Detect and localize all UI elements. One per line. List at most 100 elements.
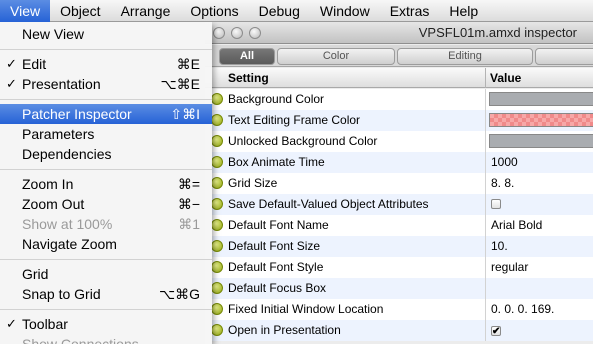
color-swatch-field[interactable] — [485, 110, 593, 131]
value-field[interactable]: 10. — [485, 236, 593, 257]
table-row[interactable]: Grid Size 8. 8. — [205, 173, 593, 194]
menu-bar: View Object Arrange Options Debug Window… — [0, 0, 593, 22]
menu-item-presentation[interactable]: ✓ Presentation ⌥⌘E — [0, 74, 212, 94]
menu-help[interactable]: Help — [439, 0, 488, 22]
attribute-status-icon[interactable] — [211, 93, 223, 105]
attribute-status-icon[interactable] — [211, 303, 223, 315]
value-field[interactable]: 1000 — [485, 152, 593, 173]
keyboard-shortcut: ⌘= — [177, 176, 200, 192]
menu-debug[interactable]: Debug — [249, 0, 310, 22]
table-row[interactable]: Box Animate Time 1000 — [205, 152, 593, 173]
setting-label: Default Font Name — [228, 218, 329, 232]
menu-extras[interactable]: Extras — [380, 0, 440, 22]
value-field[interactable]: regular — [485, 257, 593, 278]
table-row[interactable]: Default Focus Box — [205, 278, 593, 299]
table-row[interactable]: Save Default-Valued Object Attributes — [205, 194, 593, 215]
color-swatch-field[interactable] — [485, 89, 593, 110]
attribute-status-icon[interactable] — [211, 282, 223, 294]
tab-editing[interactable]: Editing — [397, 48, 533, 65]
menu-item-new-view[interactable]: New View — [0, 24, 212, 44]
menu-item-label: Toolbar — [22, 316, 68, 332]
menu-item-label: Snap to Grid — [22, 286, 101, 302]
keyboard-shortcut: ⌥⌘E — [160, 76, 200, 92]
tab-more[interactable] — [535, 48, 593, 65]
window-titlebar[interactable]: VPSFL01m.amxd inspector — [205, 22, 593, 44]
menu-item-label: Edit — [22, 56, 47, 72]
menu-item-navigate-zoom[interactable]: Navigate Zoom — [0, 234, 212, 254]
menu-item-label: Patcher Inspector — [22, 106, 132, 122]
menu-separator — [0, 254, 212, 264]
menu-item-label: Dependencies — [22, 146, 112, 162]
value-checkbox-cell[interactable]: ✔ — [485, 320, 593, 341]
menu-view[interactable]: View — [0, 0, 51, 22]
value-field[interactable]: 8. 8. — [485, 173, 593, 194]
menu-options[interactable]: Options — [180, 0, 248, 22]
setting-label: Default Focus Box — [228, 281, 327, 295]
checkmark-icon: ✓ — [6, 316, 17, 331]
attribute-status-icon[interactable] — [211, 324, 223, 336]
menu-item-edit[interactable]: ✓ Edit ⌘E — [0, 54, 212, 74]
value-field[interactable]: Arial Bold — [485, 215, 593, 236]
setting-label: Fixed Initial Window Location — [228, 302, 384, 316]
setting-label: Default Font Style — [228, 260, 324, 274]
setting-label: Box Animate Time — [228, 155, 325, 169]
table-row[interactable]: Default Font Style regular — [205, 257, 593, 278]
menu-item-label: Show Connections — [22, 336, 139, 344]
view-menu-dropdown: New View ✓ Edit ⌘E ✓ Presentation ⌥⌘E Patcher I… — [0, 22, 212, 344]
menu-object[interactable]: Object — [50, 0, 110, 22]
setting-label: Background Color — [228, 92, 325, 106]
menu-item-label: Presentation — [22, 76, 101, 92]
menu-item-label: Zoom Out — [22, 196, 85, 212]
attribute-status-icon[interactable] — [211, 219, 223, 231]
menu-item-patcher-inspector[interactable]: Patcher Inspector ⇧⌘I — [0, 104, 212, 124]
attribute-status-icon[interactable] — [211, 240, 223, 252]
menu-arrange[interactable]: Arrange — [111, 0, 181, 22]
attribute-status-icon[interactable] — [211, 156, 223, 168]
inspector-tab-bar: All Color Editing — [205, 45, 593, 67]
attribute-status-icon[interactable] — [211, 135, 223, 147]
setting-label: Grid Size — [228, 176, 278, 190]
value-checkbox-cell[interactable] — [485, 194, 593, 215]
menu-window[interactable]: Window — [310, 0, 380, 22]
attribute-status-icon[interactable] — [211, 261, 223, 273]
inspector-window: VPSFL01m.amxd inspector All Color Editin… — [205, 22, 593, 344]
color-swatch[interactable] — [489, 134, 593, 148]
table-row[interactable]: Fixed Initial Window Location 0. 0. 0. 16… — [205, 299, 593, 320]
setting-label: Save Default-Valued Object Attributes — [228, 197, 429, 211]
value-field[interactable]: 0. 0. 0. 169. — [485, 299, 593, 320]
menu-item-parameters[interactable]: Parameters — [0, 124, 212, 144]
column-header-value[interactable]: Value — [485, 68, 521, 88]
attribute-status-icon[interactable] — [211, 177, 223, 189]
column-header-setting[interactable]: Setting — [228, 68, 269, 88]
table-row[interactable]: Background Color — [205, 89, 593, 110]
keyboard-shortcut: ⌥⌘G — [158, 286, 200, 302]
attribute-status-icon[interactable] — [211, 114, 223, 126]
color-swatch[interactable] — [489, 92, 593, 106]
table-row[interactable]: Text Editing Frame Color — [205, 110, 593, 131]
attribute-status-icon[interactable] — [211, 198, 223, 210]
table-row[interactable]: Default Font Name Arial Bold — [205, 215, 593, 236]
keyboard-shortcut: ⌘− — [177, 196, 200, 212]
window-title: VPSFL01m.amxd inspector — [418, 25, 577, 40]
setting-label: Open in Presentation — [228, 323, 341, 337]
checkmark-checkbox-icon[interactable]: ✔ — [491, 326, 501, 337]
menu-item-toolbar[interactable]: ✓ Toolbar — [0, 314, 212, 334]
checkbox-icon[interactable] — [491, 199, 501, 209]
value-field[interactable] — [485, 278, 593, 299]
color-swatch[interactable] — [489, 113, 593, 127]
menu-item-snap-to-grid[interactable]: Snap to Grid ⌥⌘G — [0, 284, 212, 304]
settings-table: Background Color Text Editing Frame Color… — [205, 89, 593, 341]
table-row[interactable]: Open in Presentation ✔ — [205, 320, 593, 341]
menu-item-dependencies[interactable]: Dependencies — [0, 144, 212, 164]
table-row[interactable]: Unlocked Background Color — [205, 131, 593, 152]
color-swatch-field[interactable] — [485, 131, 593, 152]
menu-item-zoom-in[interactable]: Zoom In ⌘= — [0, 174, 212, 194]
tab-color[interactable]: Color — [277, 48, 395, 65]
menu-item-zoom-out[interactable]: Zoom Out ⌘− — [0, 194, 212, 214]
checkmark-icon: ✓ — [6, 56, 17, 71]
checkmark-icon: ✓ — [6, 76, 17, 91]
menu-separator — [0, 164, 212, 174]
table-row[interactable]: Default Font Size 10. — [205, 236, 593, 257]
tab-all[interactable]: All — [219, 48, 275, 65]
menu-item-grid[interactable]: Grid — [0, 264, 212, 284]
